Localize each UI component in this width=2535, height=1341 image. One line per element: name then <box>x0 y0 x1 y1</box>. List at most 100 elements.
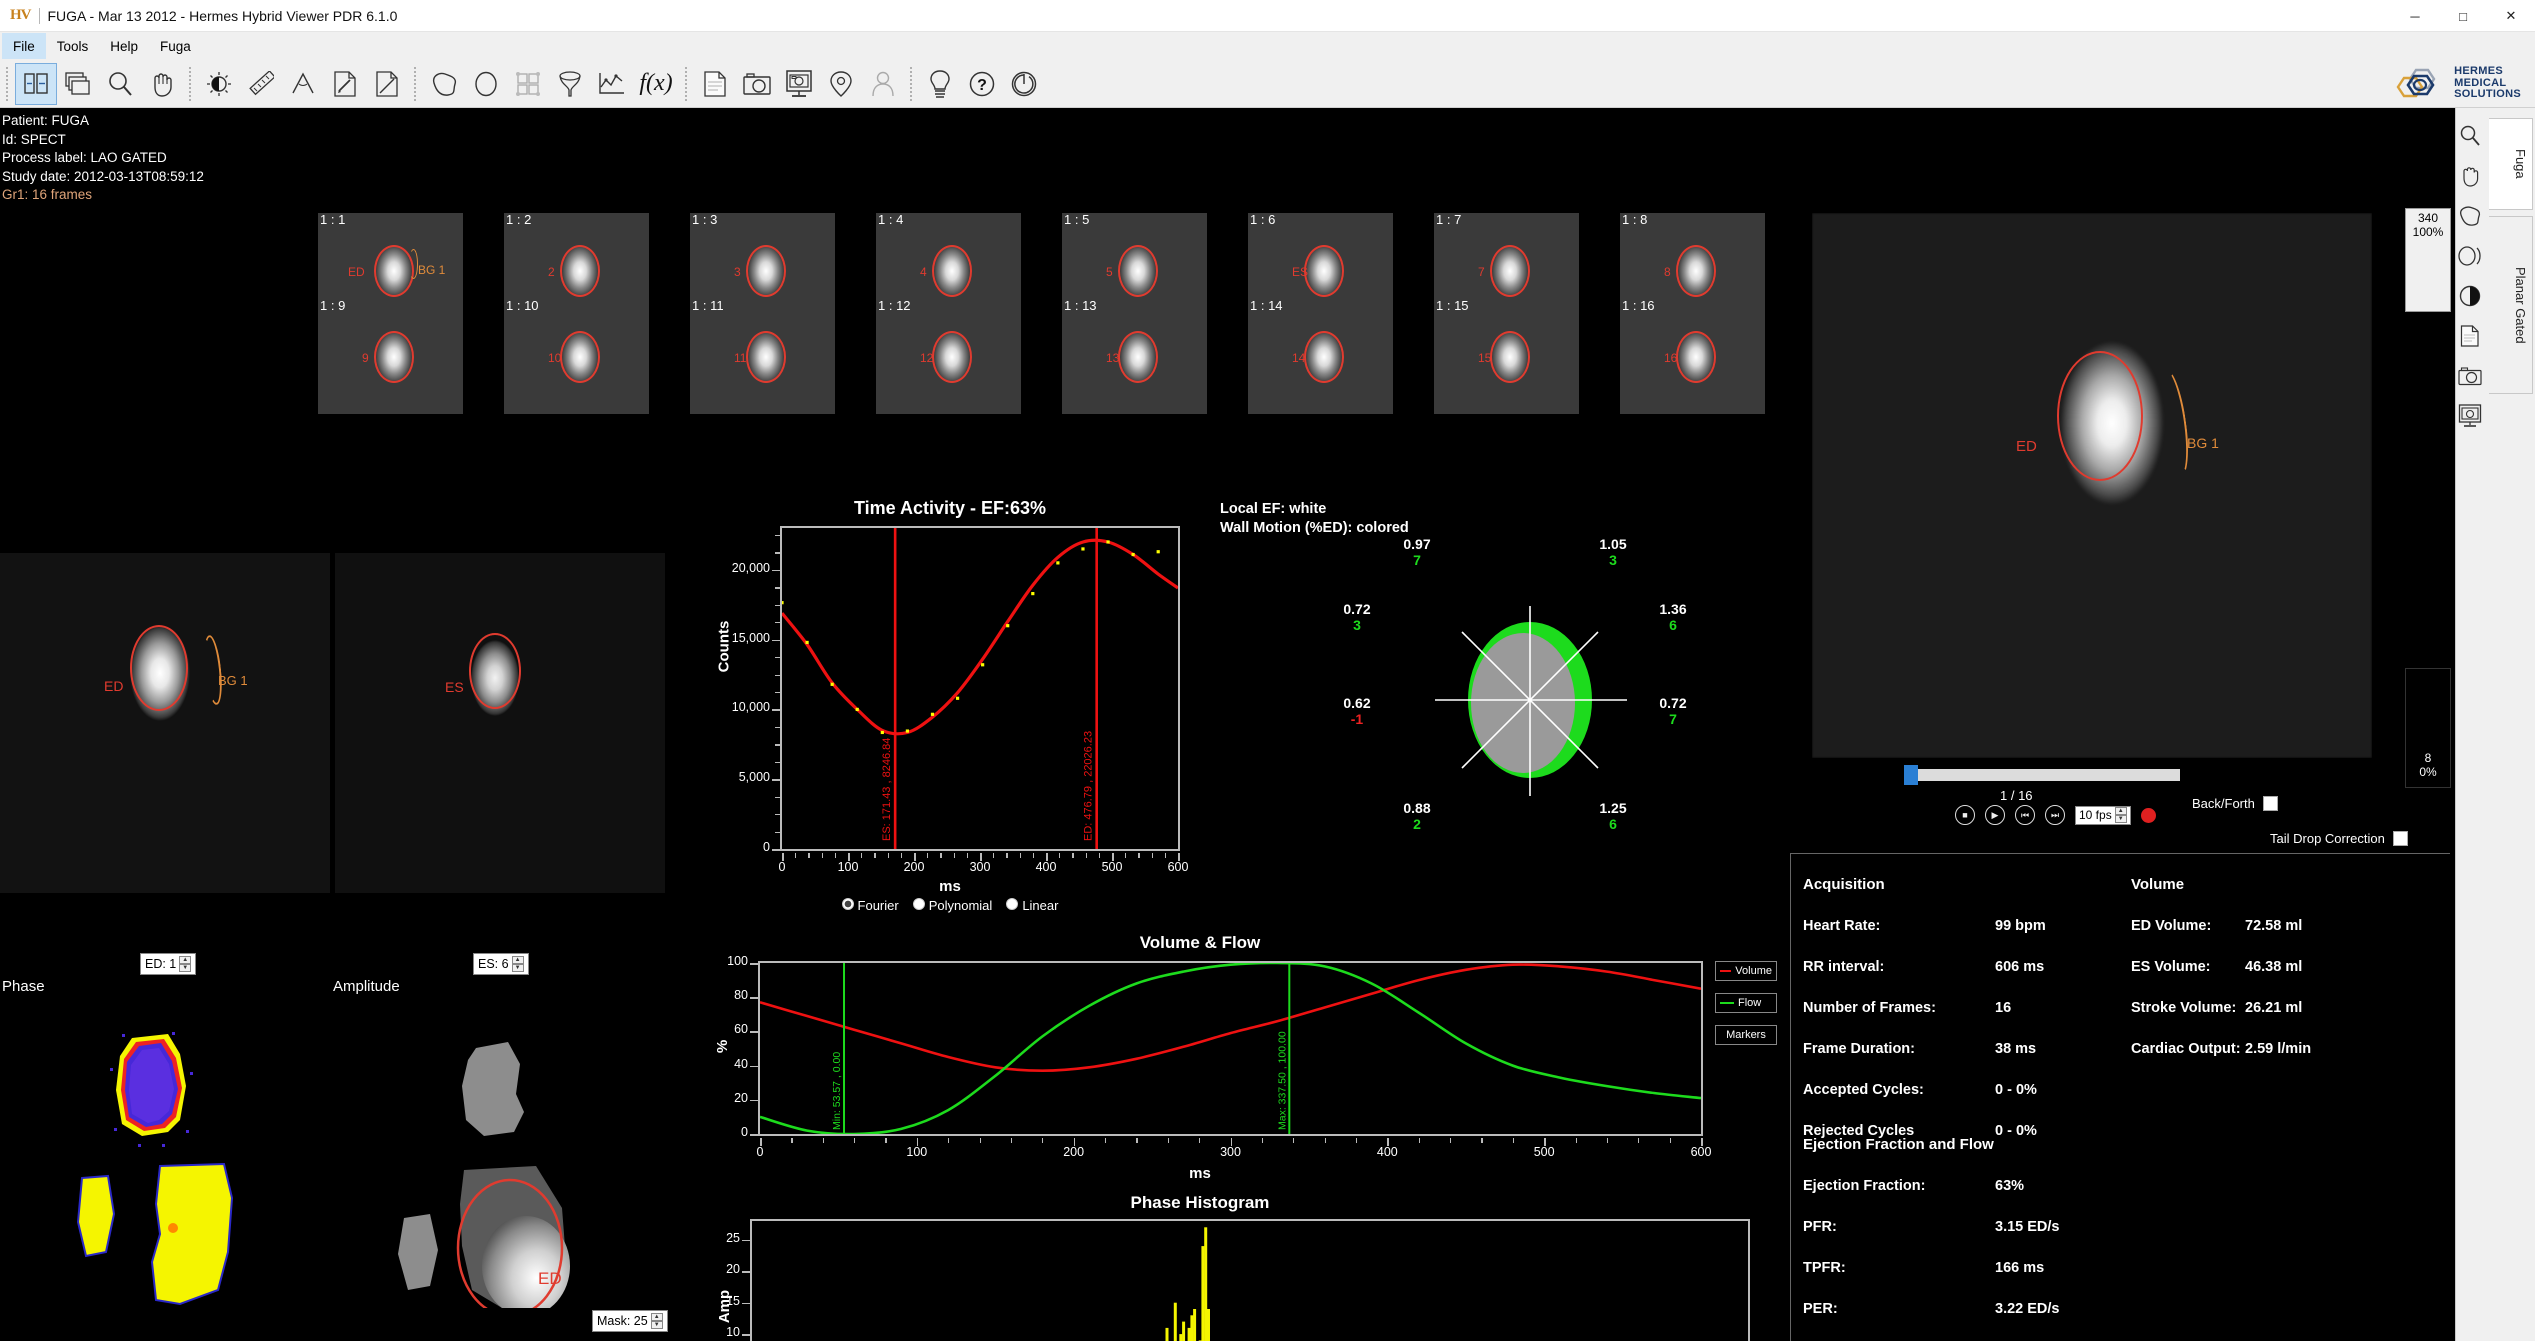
phase-histogram-plot-area[interactable] <box>750 1219 1750 1341</box>
map-pin-icon[interactable] <box>820 63 862 105</box>
tab-fuga[interactable]: Fuga <box>2489 118 2533 210</box>
amplitude-map-image[interactable]: ED <box>390 1028 620 1308</box>
lightbulb-icon[interactable] <box>919 63 961 105</box>
thumbnail-roi-outline[interactable] <box>1676 245 1716 297</box>
thumbnail-roi-outline[interactable] <box>1118 245 1158 297</box>
toolbar-grip-5[interactable] <box>908 66 915 101</box>
menu-tools[interactable]: Tools <box>46 33 100 59</box>
thumbnail-roi-outline[interactable] <box>560 331 600 383</box>
brightness-contrast-icon[interactable] <box>198 63 240 105</box>
mask-stepper-arrows[interactable]: ▲ ▼ <box>650 1313 663 1329</box>
screen-capture-icon[interactable] <box>2456 402 2484 430</box>
fps-stepper[interactable]: ▲ ▼ <box>2114 807 2127 823</box>
thumbnail-roi-outline[interactable] <box>1490 245 1530 297</box>
thumbnail-roi-outline[interactable] <box>374 245 414 297</box>
annotate-pen-icon[interactable] <box>324 63 366 105</box>
back-forth-toggle[interactable]: Back/Forth <box>2192 796 2278 811</box>
thumbnail-roi-outline[interactable] <box>746 331 786 383</box>
toolbar-grip-2[interactable] <box>187 66 194 101</box>
back-forth-checkbox[interactable] <box>2262 796 2278 811</box>
frame-thumbnail[interactable]: 1 : 12 12 <box>876 299 1021 414</box>
cine-scrub-slider[interactable] <box>1904 765 2180 785</box>
record-button[interactable] <box>2140 807 2156 823</box>
help-question-icon[interactable]: ? <box>961 63 1003 105</box>
power-icon[interactable] <box>1003 63 1045 105</box>
ed-static-view[interactable]: ED BG 1 <box>0 553 330 893</box>
fps-input[interactable]: 10 fps ▲ ▼ <box>2075 805 2131 825</box>
thumbnail-roi-outline[interactable] <box>1118 331 1158 383</box>
phase-map-image[interactable] <box>60 1028 290 1308</box>
ed-roi-outline[interactable] <box>130 625 188 711</box>
ellipse-roi-icon[interactable] <box>465 63 507 105</box>
ruler-icon[interactable] <box>240 63 282 105</box>
curve-graph-icon[interactable] <box>591 63 633 105</box>
radio-linear-dot[interactable] <box>1006 898 1019 910</box>
pan-hand-icon[interactable] <box>141 63 183 105</box>
magnifier-icon[interactable] <box>99 63 141 105</box>
camera-icon[interactable] <box>736 63 778 105</box>
thumbnail-roi-outline[interactable] <box>1676 331 1716 383</box>
report-document-icon[interactable] <box>2456 322 2484 350</box>
pan-hand-icon[interactable] <box>2456 162 2484 190</box>
arrow-annotation-icon[interactable] <box>366 63 408 105</box>
grid-roi-icon[interactable] <box>507 63 549 105</box>
thumbnail-roi-outline[interactable] <box>932 331 972 383</box>
radio-polynomial[interactable]: Polynomial <box>912 898 992 913</box>
cine-slider-handle[interactable] <box>1904 765 1918 785</box>
frame-thumbnail[interactable]: 1 : 11 11 <box>690 299 835 414</box>
camera-icon[interactable] <box>2456 362 2484 390</box>
function-fx-icon[interactable]: f(x) <box>633 63 679 105</box>
frame-thumbnail[interactable]: 1 : 15 15 <box>1434 299 1579 414</box>
menu-fuga[interactable]: Fuga <box>149 33 202 59</box>
window-level-upper[interactable]: 340 100% <box>2405 208 2451 312</box>
es-frame-stepper[interactable]: ES: 6 ▲ ▼ <box>473 953 529 975</box>
frame-thumbnail[interactable]: 1 : 14 14 <box>1248 299 1393 414</box>
toolbar-grip-3[interactable] <box>412 66 419 101</box>
next-frame-button[interactable]: ⏭ <box>2045 805 2065 825</box>
freehand-roi-icon[interactable] <box>423 63 465 105</box>
legend-markers-button[interactable]: Markers <box>1715 1025 1777 1045</box>
play-button[interactable]: ▶ <box>1985 805 2005 825</box>
tail-drop-checkbox[interactable] <box>2392 831 2408 846</box>
radio-fourier[interactable]: Fourier <box>841 898 899 913</box>
time-activity-plot-area[interactable]: ES: 171.43 , 8246.84 ED: 476.79 , 22026.2… <box>780 526 1180 851</box>
thumbnail-roi-outline[interactable] <box>1304 245 1344 297</box>
legend-volume[interactable]: Volume <box>1715 961 1777 981</box>
thumbnail-roi-outline[interactable] <box>1304 331 1344 383</box>
layout-split-icon[interactable] <box>15 62 57 105</box>
radio-fourier-dot[interactable] <box>841 898 854 910</box>
thumbnail-bg-roi-outline[interactable] <box>409 249 418 279</box>
screen-capture-icon[interactable] <box>778 63 820 105</box>
frame-thumbnail[interactable]: 1 : 16 16 <box>1620 299 1765 414</box>
person-icon[interactable] <box>862 63 904 105</box>
copy-pages-icon[interactable] <box>57 63 99 105</box>
toolbar-grip-4[interactable] <box>683 66 690 101</box>
minimize-button[interactable]: ─ <box>2391 0 2439 32</box>
menu-help[interactable]: Help <box>99 33 149 59</box>
report-document-icon[interactable] <box>694 63 736 105</box>
es-static-view[interactable]: ES <box>335 553 665 893</box>
thumbnail-roi-outline[interactable] <box>932 245 972 297</box>
window-level-lower[interactable]: 8 0% <box>2405 668 2451 788</box>
thumbnail-roi-outline[interactable] <box>1490 331 1530 383</box>
legend-flow[interactable]: Flow <box>1715 993 1777 1013</box>
maximize-button[interactable]: □ <box>2439 0 2487 32</box>
tab-planar-gated[interactable]: Planar Gated <box>2489 216 2533 394</box>
mask-stepper[interactable]: Mask: 25 ▲ ▼ <box>592 1310 668 1332</box>
cine-viewport[interactable]: ED BG 1 <box>1812 213 2372 758</box>
ellipse-bg-roi-icon[interactable] <box>2456 242 2484 270</box>
toolbar-grip[interactable] <box>4 66 11 101</box>
ed-frame-stepper[interactable]: ED: 1 ▲ ▼ <box>140 953 197 975</box>
thumbnail-roi-outline[interactable] <box>560 245 600 297</box>
radio-linear[interactable]: Linear <box>1006 898 1058 913</box>
wall-motion-polar-diagram[interactable]: 0.97 7 1.05 3 0.72 3 1.36 6 0.62 -1 0.72… <box>1343 536 1686 832</box>
menu-file[interactable]: File <box>2 33 46 59</box>
magnifier-icon[interactable] <box>2456 122 2484 150</box>
contrast-icon[interactable] <box>2456 282 2484 310</box>
thumbnail-roi-outline[interactable] <box>374 331 414 383</box>
es-stepper-arrows[interactable]: ▲ ▼ <box>511 956 524 972</box>
radio-polynomial-dot[interactable] <box>912 898 925 910</box>
stop-button[interactable]: ■ <box>1955 805 1975 825</box>
ed-stepper-arrows[interactable]: ▲ ▼ <box>179 956 192 972</box>
frame-thumbnail[interactable]: 1 : 9 9 <box>318 299 463 414</box>
